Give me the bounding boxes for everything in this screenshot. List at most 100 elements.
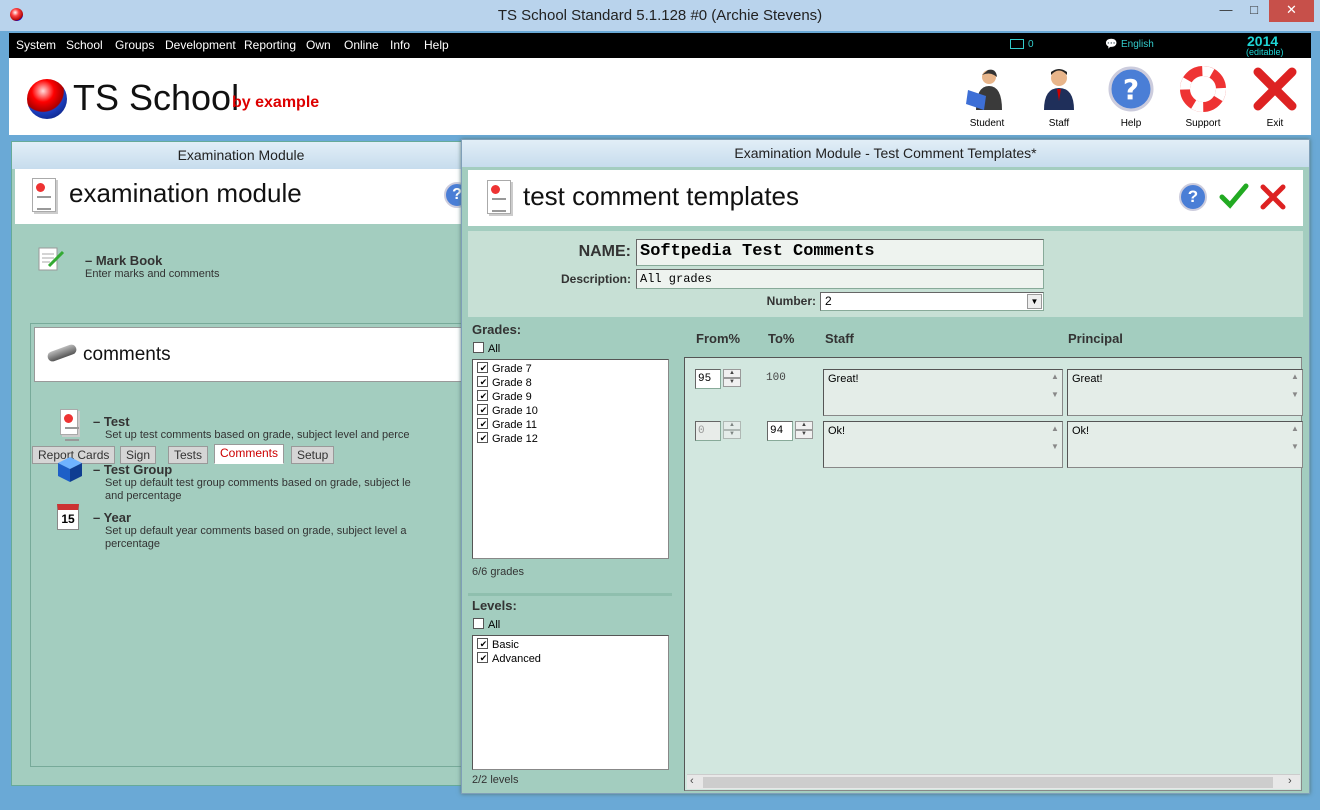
from-stepper[interactable]: ▲ ▼ [723,421,741,441]
help-icon: ? [1108,66,1154,112]
grade-label: Grade 11 [492,419,538,431]
window-caption: Examination Module [12,142,470,169]
minimize-button[interactable]: — [1211,0,1241,22]
checkbox-checked-icon [477,652,489,663]
support-button[interactable]: Support [1173,66,1233,129]
description-field[interactable]: All grades [636,269,1044,289]
list-item[interactable]: Grade 12 [477,432,664,446]
close-button[interactable]: ✕ [1269,0,1314,22]
list-item[interactable]: Grade 10 [477,404,664,418]
chevron-down-icon[interactable]: ▼ [723,430,741,439]
menu-system[interactable]: System [16,38,56,52]
menu-school[interactable]: School [66,38,103,52]
maximize-button[interactable]: □ [1241,0,1267,22]
chevron-up-icon[interactable]: ▲ [723,369,741,378]
staff-comment-field[interactable]: Ok! ▲ ▼ [823,421,1063,468]
number-value: 2 [825,294,832,308]
chevron-up-icon[interactable]: ▲ [795,421,813,430]
student-button[interactable]: Student [957,66,1017,129]
levels-list[interactable]: Basic Advanced [472,635,669,770]
svg-text:?: ? [1123,73,1139,106]
scrollbar[interactable]: ▲ ▼ [1050,372,1060,413]
list-item[interactable]: Basic [477,638,664,652]
app-header: TS School by example Student Staff ? Hel… [9,58,1311,135]
grades-list[interactable]: Grade 7 Grade 8 Grade 9 Grade 10 Grade 1… [472,359,669,559]
list-item[interactable]: Grade 7 [477,362,664,376]
from-field[interactable]: 0 [695,421,721,441]
comments-header: comments [34,327,470,382]
scrollbar[interactable]: ▲ ▼ [1290,372,1300,413]
column-from: From% [696,331,741,346]
principal-comment-text: Ok! [1072,425,1090,437]
name-label: NAME: [578,243,631,260]
menu-own[interactable]: Own [306,38,331,52]
description-label: Description: [560,272,631,286]
chevron-down-icon[interactable]: ▼ [795,430,813,439]
list-item[interactable]: Grade 11 [477,418,664,432]
mail-icon[interactable] [1010,39,1024,49]
staff-comment-field[interactable]: Great! ▲ ▼ [823,369,1063,416]
list-item[interactable]: Grade 8 [477,376,664,390]
principal-comment-text: Great! [1072,373,1103,385]
chevron-left-icon[interactable]: ‹ [690,775,694,787]
language-selector[interactable]: English [1121,39,1154,50]
test-link[interactable]: – Test [93,414,130,429]
grade-label: Grade 10 [492,405,538,417]
levels-all-checkbox[interactable]: All [473,618,500,631]
year-desc-2: percentage [105,538,161,550]
from-stepper[interactable]: ▲ ▼ [723,369,741,389]
menu-groups[interactable]: Groups [115,38,154,52]
year-desc: Set up default year comments based on gr… [105,525,407,537]
menu-reporting[interactable]: Reporting [244,38,296,52]
exit-icon [1252,66,1298,112]
menu-online[interactable]: Online [344,38,379,52]
test-group-desc-2: and percentage [105,490,182,502]
module-header: examination module ? [15,169,470,224]
grades-panel: Grades: All Grade 7 Grade 8 Grade 9 Grad… [468,319,672,587]
menu-help[interactable]: Help [424,38,449,52]
menu-development[interactable]: Development [165,38,236,52]
exam-document-icon [32,178,56,212]
help-icon[interactable]: ? [1179,183,1207,211]
confirm-check-icon[interactable] [1219,182,1249,213]
logo-icon [27,79,67,119]
grades-all-checkbox[interactable]: All [473,342,500,355]
test-group-link[interactable]: – Test Group [93,462,172,477]
markbook-desc: Enter marks and comments [85,268,220,280]
cancel-x-icon[interactable] [1259,183,1287,214]
chevron-down-icon[interactable]: ▼ [723,378,741,387]
chevron-down-icon[interactable]: ▼ [1027,294,1042,309]
to-field[interactable]: 94 [767,421,793,441]
principal-comment-field[interactable]: Great! ▲ ▼ [1067,369,1303,416]
name-field[interactable]: Softpedia Test Comments [636,239,1044,266]
staff-label: Staff [1048,118,1070,129]
exit-button[interactable]: Exit [1245,66,1305,129]
microphone-icon [46,343,78,363]
grade-label: Grade 7 [492,363,532,375]
to-stepper[interactable]: ▲ ▼ [795,421,813,441]
chevron-right-icon[interactable]: › [1288,775,1292,787]
chevron-up-icon[interactable]: ▲ [723,421,741,430]
templates-header: test comment templates ? [468,170,1303,226]
scrollbar[interactable]: ▲ ▼ [1050,424,1060,465]
menu-info[interactable]: Info [390,38,410,52]
markbook-link[interactable]: – Mark Book [85,253,162,268]
support-label: Support [1185,118,1221,129]
calendar-icon: 15 [57,504,79,530]
staff-button[interactable]: Staff [1029,66,1089,129]
grades-all-label: All [488,343,501,355]
lifebuoy-icon [1180,66,1226,112]
scrollbar[interactable]: ▲ ▼ [1290,424,1300,465]
number-label: Number: [766,294,816,308]
scrollbar-thumb[interactable] [703,777,1273,788]
checkbox-checked-icon [477,404,489,415]
horizontal-scrollbar[interactable]: ‹ › [687,774,1300,789]
list-item[interactable]: Grade 9 [477,390,664,404]
template-properties: NAME: Softpedia Test Comments Descriptio… [468,231,1303,317]
list-item[interactable]: Advanced [477,652,664,666]
principal-comment-field[interactable]: Ok! ▲ ▼ [1067,421,1303,468]
number-select[interactable]: 2 ▼ [820,292,1044,311]
from-field[interactable]: 95 [695,369,721,389]
help-button[interactable]: ? Help [1101,66,1161,129]
year-link[interactable]: – Year [93,510,131,525]
